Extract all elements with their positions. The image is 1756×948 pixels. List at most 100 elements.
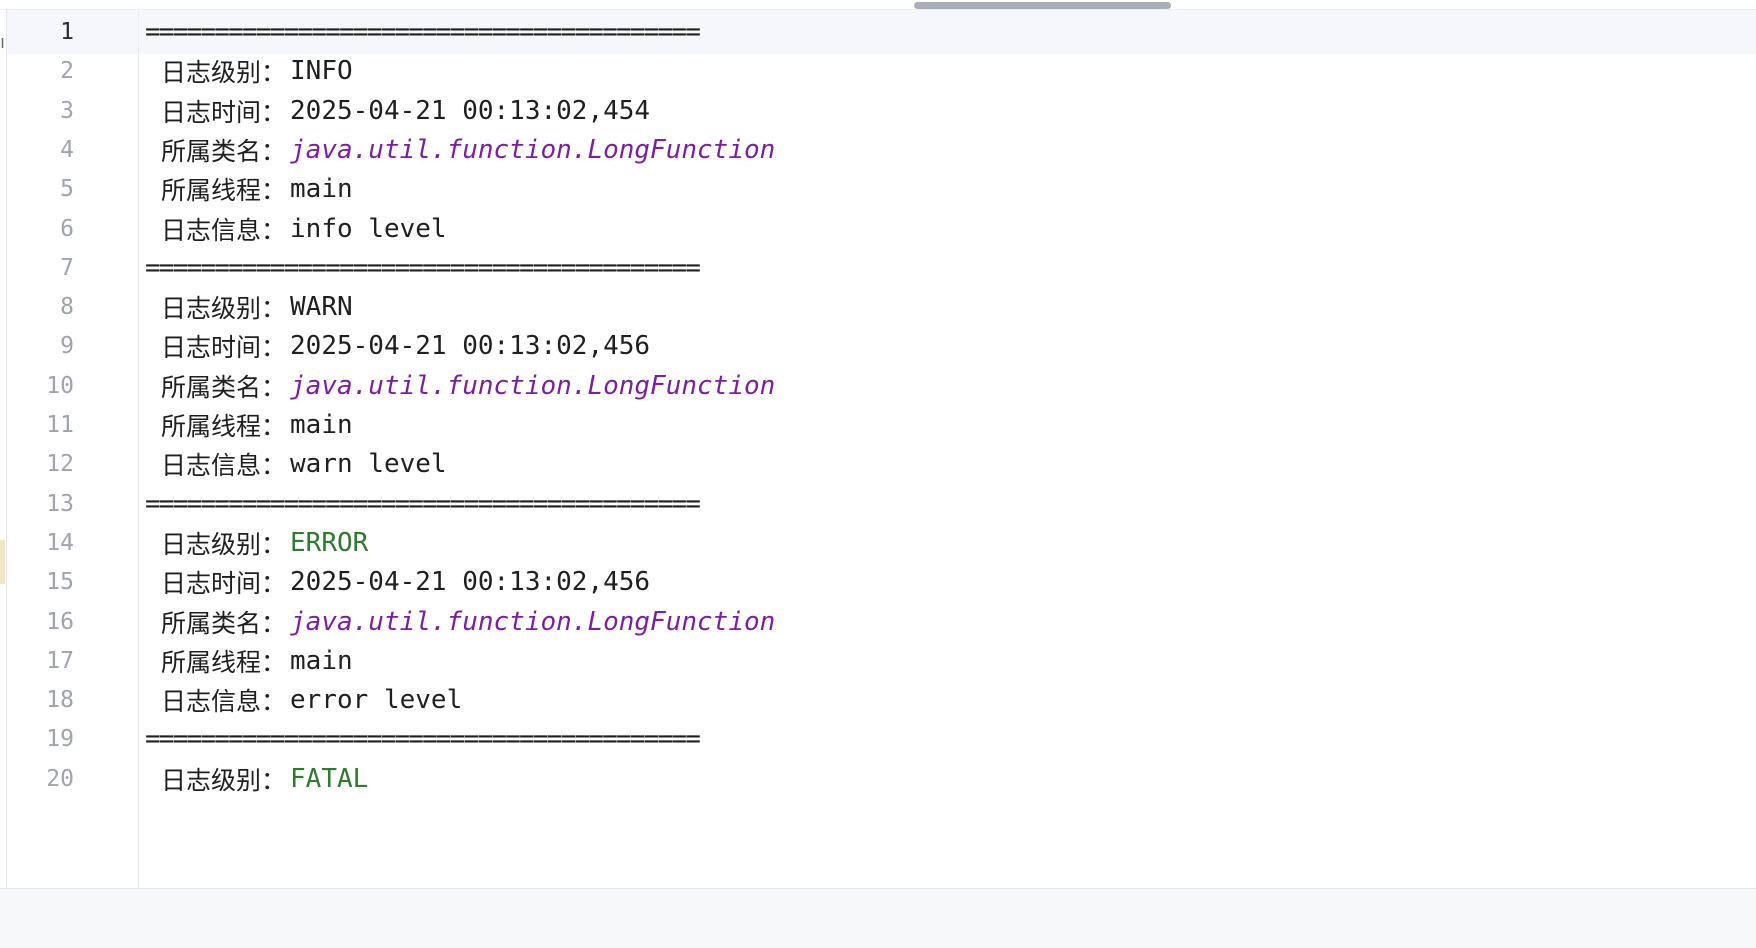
code-line[interactable]: ======================================== (139, 10, 1756, 54)
gutter-line[interactable]: 7 (7, 246, 138, 290)
line-number: 6 (60, 215, 74, 242)
field-value: info level (290, 214, 447, 244)
code-line[interactable]: 日志时间： 2025-04-21 00:13:02,456 (139, 560, 1756, 604)
line-number-gutter[interactable]: 1 2 3 4 5 6 7 8 9 10 11 12 13 14 15 16 1… (7, 10, 139, 888)
code-line[interactable]: 日志级别： INFO (139, 49, 1756, 93)
field-label: 日志信息 (161, 451, 262, 480)
editor-pane[interactable]: ı 1 2 3 4 5 6 7 8 9 10 11 12 13 14 15 16… (0, 0, 1756, 889)
log-field: 日志级别： INFO (161, 49, 353, 93)
log-field: 日志信息： error level (161, 678, 462, 722)
line-number: 15 (46, 568, 74, 595)
code-line[interactable]: 所属类名： java.util.function.LongFunction (139, 364, 1756, 408)
field-value: java.util.function.LongFunction (290, 607, 776, 637)
code-line[interactable]: 日志时间： 2025-04-21 00:13:02,454 (139, 89, 1756, 133)
code-line[interactable]: 日志时间： 2025-04-21 00:13:02,456 (139, 324, 1756, 368)
separator-text: ======================================== (145, 253, 701, 283)
gutter-line[interactable]: 16 (7, 600, 138, 644)
gutter-line[interactable]: 20 (7, 757, 138, 801)
log-field: 所属线程： main (161, 403, 353, 447)
field-value: WARN (290, 292, 353, 322)
left-tool-strip: ı (0, 0, 7, 888)
gutter-line[interactable]: 10 (7, 364, 138, 408)
line-number: 13 (46, 490, 74, 517)
field-label: 所属类名 (161, 137, 262, 166)
code-line[interactable]: 日志信息： info level (139, 207, 1756, 251)
gutter-line[interactable]: 1 (7, 10, 138, 54)
field-label: 日志级别 (161, 766, 262, 795)
code-line[interactable]: 日志级别： WARN (139, 285, 1756, 329)
code-line[interactable]: 所属线程： main (139, 167, 1756, 211)
code-line[interactable]: 日志信息： error level (139, 678, 1756, 722)
collapsed-panel-icon[interactable]: ı (0, 34, 5, 52)
gutter-line[interactable]: 13 (7, 482, 138, 526)
field-colon: ： (261, 648, 287, 677)
line-number: 16 (46, 608, 74, 635)
code-line[interactable]: 所属线程： main (139, 639, 1756, 683)
field-label: 日志时间 (161, 333, 262, 362)
horizontal-scrollbar-track[interactable] (0, 0, 1756, 10)
log-field: 所属线程： main (161, 167, 353, 211)
code-line[interactable]: 所属线程： main (139, 403, 1756, 447)
log-field: 所属线程： main (161, 639, 353, 683)
code-line[interactable]: 日志级别： ERROR (139, 521, 1756, 565)
field-colon: ： (261, 530, 287, 559)
separator-text: ======================================== (145, 17, 701, 47)
code-line[interactable]: 所属类名： java.util.function.LongFunction (139, 600, 1756, 644)
code-area[interactable]: ========================================… (139, 10, 1756, 888)
gutter-line[interactable]: 4 (7, 128, 138, 172)
gutter-line[interactable]: 14 (7, 521, 138, 565)
field-value: ERROR (290, 528, 369, 558)
field-colon: ： (261, 333, 287, 362)
field-colon: ： (261, 451, 287, 480)
field-colon: ： (261, 373, 287, 402)
line-number: 12 (46, 450, 74, 477)
log-field: 所属类名： java.util.function.LongFunction (161, 364, 775, 408)
gutter-line[interactable]: 6 (7, 207, 138, 251)
gutter-line[interactable]: 9 (7, 324, 138, 368)
log-field: 日志信息： warn level (161, 442, 447, 486)
line-number: 4 (60, 136, 74, 163)
field-colon: ： (261, 216, 287, 245)
code-line[interactable]: ======================================== (139, 246, 1756, 290)
gutter-line[interactable]: 18 (7, 678, 138, 722)
line-number: 11 (46, 411, 74, 438)
gutter-line[interactable]: 3 (7, 89, 138, 133)
gutter-line[interactable]: 5 (7, 167, 138, 211)
line-number: 9 (60, 332, 74, 359)
code-line[interactable]: ======================================== (139, 717, 1756, 761)
log-field: 日志信息： info level (161, 207, 447, 251)
gutter-line[interactable]: 11 (7, 403, 138, 447)
gutter-line[interactable]: 12 (7, 442, 138, 486)
field-label: 所属类名 (161, 609, 262, 638)
gutter-line[interactable]: 17 (7, 639, 138, 683)
gutter-line[interactable]: 15 (7, 560, 138, 604)
field-label: 日志信息 (161, 216, 262, 245)
line-number: 17 (46, 647, 74, 674)
log-field: 日志级别： WARN (161, 285, 353, 329)
log-field: 所属类名： java.util.function.LongFunction (161, 600, 775, 644)
field-value: error level (290, 685, 463, 715)
field-label: 日志级别 (161, 294, 262, 323)
log-field: 日志时间： 2025-04-21 00:13:02,456 (161, 324, 650, 368)
code-line[interactable]: 日志信息： warn level (139, 442, 1756, 486)
log-field: 日志级别： FATAL (161, 757, 368, 801)
code-line[interactable]: 所属类名： java.util.function.LongFunction (139, 128, 1756, 172)
gutter-line[interactable]: 8 (7, 285, 138, 329)
field-value: main (290, 646, 353, 676)
field-label: 日志时间 (161, 569, 262, 598)
field-value: warn level (290, 449, 447, 479)
code-line[interactable]: 日志级别： FATAL (139, 757, 1756, 801)
field-label: 所属线程 (161, 412, 262, 441)
field-label: 日志级别 (161, 530, 262, 559)
code-line[interactable]: ======================================== (139, 482, 1756, 526)
line-number: 5 (60, 175, 74, 202)
field-label: 所属类名 (161, 373, 262, 402)
horizontal-scrollbar-thumb[interactable] (914, 2, 1171, 9)
separator-text: ======================================== (145, 489, 701, 519)
field-colon: ： (261, 569, 287, 598)
field-label: 日志级别 (161, 58, 262, 87)
gutter-line[interactable]: 2 (7, 49, 138, 93)
separator-text: ======================================== (145, 724, 701, 754)
gutter-line[interactable]: 19 (7, 717, 138, 761)
line-number: 18 (46, 686, 74, 713)
